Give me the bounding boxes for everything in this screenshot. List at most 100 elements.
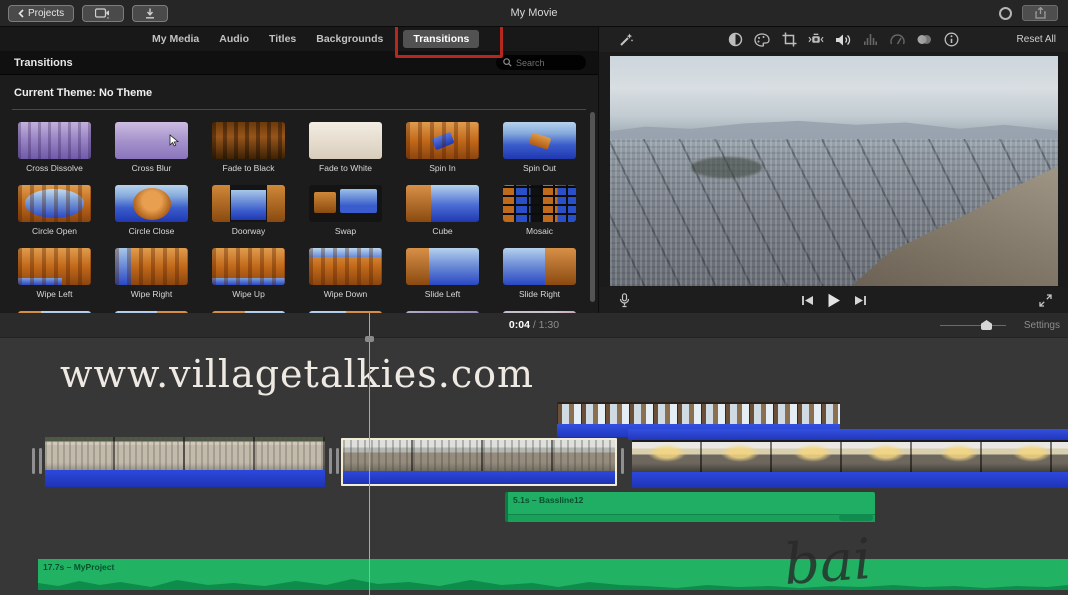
transition-thumbnail bbox=[309, 122, 382, 159]
transition-thumbnail bbox=[212, 122, 285, 159]
transition-circle-close[interactable]: Circle Close bbox=[109, 185, 194, 236]
media-tabbar: My Media Audio Titles Backgrounds Transi… bbox=[0, 27, 598, 51]
tab-my-media[interactable]: My Media bbox=[152, 33, 199, 45]
top-toolbar: Projects My Movie bbox=[0, 0, 1068, 27]
clip1-filmstrip bbox=[45, 437, 325, 470]
clip-filter-icon[interactable] bbox=[916, 32, 932, 48]
tab-transitions[interactable]: Transitions bbox=[403, 30, 479, 48]
transition-join-handle[interactable] bbox=[329, 448, 332, 474]
volume-icon[interactable] bbox=[835, 32, 851, 48]
projects-back-button[interactable]: Projects bbox=[8, 5, 74, 22]
mouse-cursor-icon bbox=[169, 134, 179, 147]
transition-wipe-right[interactable]: Wipe Right bbox=[109, 248, 194, 299]
music-track-label: 17.7s – MyProject bbox=[43, 562, 114, 572]
transition-join-handle[interactable] bbox=[336, 448, 339, 474]
total-time: / 1:30 bbox=[533, 319, 559, 331]
zoom-slider-thumb[interactable] bbox=[981, 320, 992, 330]
projects-label: Projects bbox=[28, 8, 64, 19]
transition-thumbnail bbox=[18, 122, 91, 159]
transition-circle-open[interactable]: Circle Open bbox=[12, 185, 97, 236]
transition-thumbnail bbox=[309, 248, 382, 285]
playback-controls bbox=[599, 287, 1068, 313]
stabilization-icon[interactable] bbox=[808, 32, 824, 48]
tab-titles[interactable]: Titles bbox=[269, 33, 296, 45]
speed-icon[interactable] bbox=[889, 32, 905, 48]
timeline: 0:04 / 1:30 Settings www.villagetalkies.… bbox=[0, 313, 1068, 595]
fullscreen-icon[interactable] bbox=[1039, 294, 1052, 307]
clip-edge-handle[interactable] bbox=[32, 448, 35, 474]
transition-thumbnail bbox=[115, 185, 188, 222]
transition-cross-dissolve[interactable]: Cross Dissolve bbox=[12, 122, 97, 173]
content-browser-pane: My Media Audio Titles Backgrounds Transi… bbox=[0, 27, 598, 313]
audio-clip-bassline[interactable]: 5.1s – Bassline12 bbox=[505, 492, 875, 522]
imovie-window: Projects My Movie My Media Audio Titles … bbox=[0, 0, 1068, 595]
reset-all-button[interactable]: Reset All bbox=[1017, 34, 1056, 45]
transition-swap[interactable]: Swap bbox=[303, 185, 388, 236]
transition-thumbnail bbox=[212, 185, 285, 222]
transition-thumbnail bbox=[503, 185, 576, 222]
tab-backgrounds[interactable]: Backgrounds bbox=[316, 33, 383, 45]
transition-wipe-up[interactable]: Wipe Up bbox=[206, 248, 291, 299]
transition-cube[interactable]: Cube bbox=[400, 185, 485, 236]
noise-reduction-icon[interactable] bbox=[862, 32, 878, 48]
clip3-filmstrip bbox=[632, 440, 1068, 472]
playhead[interactable] bbox=[369, 313, 370, 595]
transition-cross-blur[interactable]: Cross Blur bbox=[109, 122, 194, 173]
audio-clip-waveband bbox=[508, 514, 875, 522]
clip2-filmstrip bbox=[343, 440, 615, 471]
transition-doorway[interactable]: Doorway bbox=[206, 185, 291, 236]
video-preview bbox=[610, 56, 1058, 286]
color-balance-icon[interactable] bbox=[727, 32, 743, 48]
connected-clip-bar[interactable] bbox=[628, 429, 1068, 440]
search-input[interactable] bbox=[516, 58, 576, 68]
status-circle-icon[interactable] bbox=[999, 7, 1012, 20]
clip2-audio-bar bbox=[343, 471, 615, 484]
transition-fade-to-white[interactable]: Fade to White bbox=[303, 122, 388, 173]
skip-back-icon[interactable] bbox=[801, 295, 814, 306]
color-correction-icon[interactable] bbox=[754, 32, 770, 48]
crop-icon[interactable] bbox=[781, 32, 797, 48]
skip-forward-icon[interactable] bbox=[854, 295, 867, 306]
transition-thumbnail bbox=[503, 248, 576, 285]
clip-edge-handle[interactable] bbox=[39, 448, 42, 474]
waveform bbox=[38, 574, 1068, 590]
transition-wipe-down[interactable]: Wipe Down bbox=[303, 248, 388, 299]
preview-vegetation bbox=[691, 157, 763, 178]
transition-wipe-left[interactable]: Wipe Left bbox=[12, 248, 97, 299]
import-media-button[interactable] bbox=[82, 5, 124, 22]
play-icon[interactable] bbox=[827, 293, 841, 308]
voiceover-mic-icon[interactable] bbox=[619, 293, 630, 308]
transition-thumbnail bbox=[406, 185, 479, 222]
viewer-pane: Reset All bbox=[598, 27, 1068, 313]
settings-button[interactable]: Settings bbox=[1024, 320, 1060, 331]
inspector-toolbar: Reset All bbox=[599, 27, 1068, 52]
tab-audio[interactable]: Audio bbox=[219, 33, 249, 45]
back-chevron-icon bbox=[18, 9, 24, 18]
background-music-track[interactable]: 17.7s – MyProject bbox=[38, 559, 1068, 590]
transition-spin-out[interactable]: Spin Out bbox=[497, 122, 582, 173]
video-clip-3[interactable] bbox=[632, 440, 1068, 488]
transition-spin-in[interactable]: Spin In bbox=[400, 122, 485, 173]
share-icon bbox=[1035, 7, 1046, 19]
clip3-audio-bar bbox=[632, 472, 1068, 488]
browser-scrollbar[interactable] bbox=[590, 112, 595, 302]
import-button[interactable] bbox=[132, 5, 168, 22]
transition-fade-to-black[interactable]: Fade to Black bbox=[206, 122, 291, 173]
transition-slide-left[interactable]: Slide Left bbox=[400, 248, 485, 299]
enhance-wand-icon[interactable] bbox=[619, 32, 634, 47]
timeline-zoom-slider[interactable] bbox=[940, 325, 1006, 326]
share-button[interactable] bbox=[1022, 5, 1058, 21]
clip1-audio-bar bbox=[45, 470, 325, 487]
timeline-header: 0:04 / 1:30 Settings bbox=[0, 313, 1068, 338]
search-field[interactable] bbox=[496, 55, 586, 70]
video-clip-2-selected[interactable] bbox=[341, 438, 617, 486]
playhead-handle[interactable] bbox=[365, 336, 374, 342]
watermark-text: www.villagetalkies.com bbox=[60, 352, 534, 396]
transition-thumbnail bbox=[115, 122, 188, 159]
transition-slide-right[interactable]: Slide Right bbox=[497, 248, 582, 299]
info-icon[interactable] bbox=[943, 32, 959, 48]
transition-join-handle[interactable] bbox=[621, 448, 624, 474]
video-clip-1[interactable] bbox=[45, 437, 325, 487]
transition-mosaic[interactable]: Mosaic bbox=[497, 185, 582, 236]
browser-title: Transitions bbox=[14, 57, 73, 69]
